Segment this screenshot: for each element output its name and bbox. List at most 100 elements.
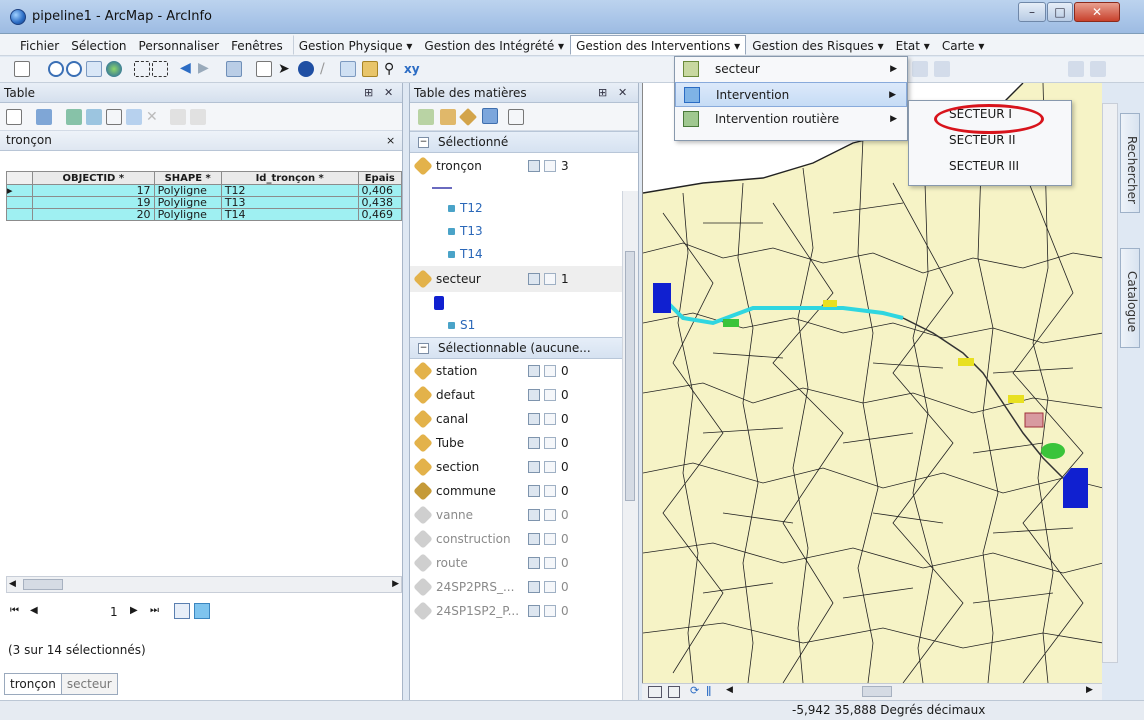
clear-selected-checkbox[interactable] (544, 365, 556, 377)
menu-gestion-integrite[interactable]: Gestion des Intégrété ▾ (418, 35, 570, 55)
table-cell[interactable]: T13 (220, 196, 359, 209)
clear-selected-checkbox[interactable] (544, 437, 556, 449)
select-by-attributes-icon[interactable] (66, 109, 82, 125)
previous-record-icon[interactable]: ◀ (30, 605, 38, 616)
table-cell[interactable]: 19 (32, 196, 155, 209)
table-layer-tab[interactable]: tronçon × (0, 131, 402, 151)
select-elements-arrow-icon[interactable]: ➤ (278, 61, 294, 77)
zoom-to-selected-icon[interactable] (126, 109, 142, 125)
show-selected-records-icon[interactable] (194, 603, 210, 619)
close-button[interactable]: ✕ (1074, 2, 1120, 22)
list-by-selection-icon[interactable] (482, 108, 498, 124)
clear-selected-checkbox[interactable] (544, 413, 556, 425)
table-cell[interactable]: T12 (220, 184, 359, 197)
row-selector[interactable] (5, 196, 34, 209)
toc-scroll-thumb[interactable] (625, 251, 635, 501)
toc-feature[interactable]: T14 (410, 243, 638, 266)
table-cell[interactable]: 17 (32, 184, 155, 197)
column-header[interactable]: OBJECTID * (32, 171, 155, 185)
pan-hand-icon[interactable] (86, 61, 102, 77)
toc-layer-canal[interactable]: canal 0 (410, 407, 638, 431)
side-tab-catalogue[interactable]: Catalogue (1120, 248, 1140, 348)
table-cell[interactable]: T14 (220, 208, 359, 221)
group-selectable[interactable]: − Sélectionnable (aucune... (410, 337, 638, 359)
toolbar-icon-d[interactable] (1068, 61, 1084, 77)
toc-layer-station[interactable]: station 0 (410, 359, 638, 383)
table-cell[interactable]: Polyligne (153, 208, 222, 221)
clear-selection-table-icon[interactable] (106, 109, 122, 125)
collapse-icon[interactable]: − (418, 137, 429, 148)
copy-icon[interactable] (170, 109, 186, 125)
table-row[interactable]: 20 Polyligne T14 0,469 (5, 208, 403, 221)
selectable-checkbox[interactable] (528, 485, 540, 497)
row-selector-current[interactable]: ▸ (5, 184, 34, 197)
selectable-checkbox[interactable] (528, 389, 540, 401)
record-number[interactable]: 1 (110, 605, 118, 619)
clear-selected-checkbox[interactable] (544, 605, 556, 617)
selectable-checkbox[interactable] (528, 581, 540, 593)
close-layer-tab-icon[interactable]: × (386, 131, 395, 150)
refresh-icon[interactable]: ⟳ (690, 684, 699, 697)
clear-selected-checkbox[interactable] (544, 557, 556, 569)
clear-selected-checkbox[interactable] (544, 509, 556, 521)
list-by-source-icon[interactable] (440, 109, 456, 125)
menu-item-intervention[interactable]: Intervention ▶ (675, 82, 907, 107)
menu-item-secteur-3[interactable]: SECTEUR III (909, 153, 1071, 179)
scroll-left-icon[interactable]: ◀ (9, 579, 16, 589)
selectable-checkbox[interactable] (528, 273, 540, 285)
show-all-records-icon[interactable] (174, 603, 190, 619)
selectable-checkbox[interactable] (528, 509, 540, 521)
fixed-zoom-out-icon[interactable] (152, 61, 168, 77)
toc-layer-tube[interactable]: Tube 0 (410, 431, 638, 455)
toc-layer-secteur[interactable]: secteur 1 (410, 266, 638, 292)
table-cell[interactable]: 0,469 (357, 208, 403, 221)
menu-gestion-risques[interactable]: Gestion des Risques ▾ (746, 35, 889, 55)
toc-layer-24sp1sp2-p-[interactable]: 24SP1SP2_P... 0 (410, 599, 638, 623)
html-popup-icon[interactable] (340, 61, 356, 77)
scroll-right-icon[interactable]: ▶ (392, 579, 399, 589)
measure-icon[interactable] (362, 61, 378, 77)
scroll-thumb[interactable] (23, 579, 63, 590)
map-scroll-thumb[interactable] (862, 686, 892, 697)
pause-drawing-icon[interactable]: ǁ (706, 684, 711, 697)
toolbar-icon-b[interactable] (912, 61, 928, 77)
clear-selected-checkbox[interactable] (544, 273, 556, 285)
selectable-checkbox[interactable] (528, 533, 540, 545)
selectable-checkbox[interactable] (528, 160, 540, 172)
forward-arrow-icon[interactable]: ▶ (198, 61, 214, 77)
switch-selection-icon[interactable] (86, 109, 102, 125)
toc-options-icon[interactable] (508, 109, 524, 125)
new-document-icon[interactable] (14, 61, 30, 77)
table-cell[interactable]: Polyligne (153, 184, 222, 197)
full-extent-globe-icon[interactable] (106, 61, 122, 77)
toc-layer-defaut[interactable]: defaut 0 (410, 383, 638, 407)
paste-icon[interactable] (190, 109, 206, 125)
data-view-icon[interactable] (648, 686, 662, 698)
side-tab-rechercher[interactable]: Rechercher (1120, 113, 1140, 213)
clear-selected-checkbox[interactable] (544, 533, 556, 545)
close-table-icon[interactable]: ✕ (384, 83, 393, 103)
selectable-checkbox[interactable] (528, 605, 540, 617)
fixed-zoom-in-icon[interactable] (134, 61, 150, 77)
list-by-visibility-icon[interactable] (458, 107, 478, 127)
menu-selection[interactable]: Sélection (65, 35, 132, 55)
column-header[interactable]: Epais (357, 171, 403, 185)
menu-etat[interactable]: Etat ▾ (890, 35, 936, 55)
table-cell[interactable]: 0,438 (357, 196, 403, 209)
last-record-icon[interactable]: ⏭ (150, 605, 159, 616)
selectable-checkbox[interactable] (528, 437, 540, 449)
menu-carte[interactable]: Carte ▾ (936, 35, 991, 55)
clear-selected-checkbox[interactable] (544, 389, 556, 401)
table-tab-secteur[interactable]: secteur (61, 673, 118, 695)
menu-gestion-physique[interactable]: Gestion Physique ▾ (292, 34, 419, 55)
column-header[interactable]: Id_tronçon * (220, 171, 359, 185)
toc-feature[interactable]: T13 (410, 220, 638, 243)
toc-layer-section[interactable]: section 0 (410, 455, 638, 479)
table-cell[interactable]: Polyligne (153, 196, 222, 209)
toc-layer-route[interactable]: route 0 (410, 551, 638, 575)
column-header[interactable]: SHAPE * (153, 171, 222, 185)
clear-selected-checkbox[interactable] (544, 461, 556, 473)
table-row[interactable]: ▸ 17 Polyligne T12 0,406 (5, 184, 403, 197)
secteur-polygon[interactable] (653, 283, 671, 313)
table-options-icon[interactable] (6, 109, 22, 125)
